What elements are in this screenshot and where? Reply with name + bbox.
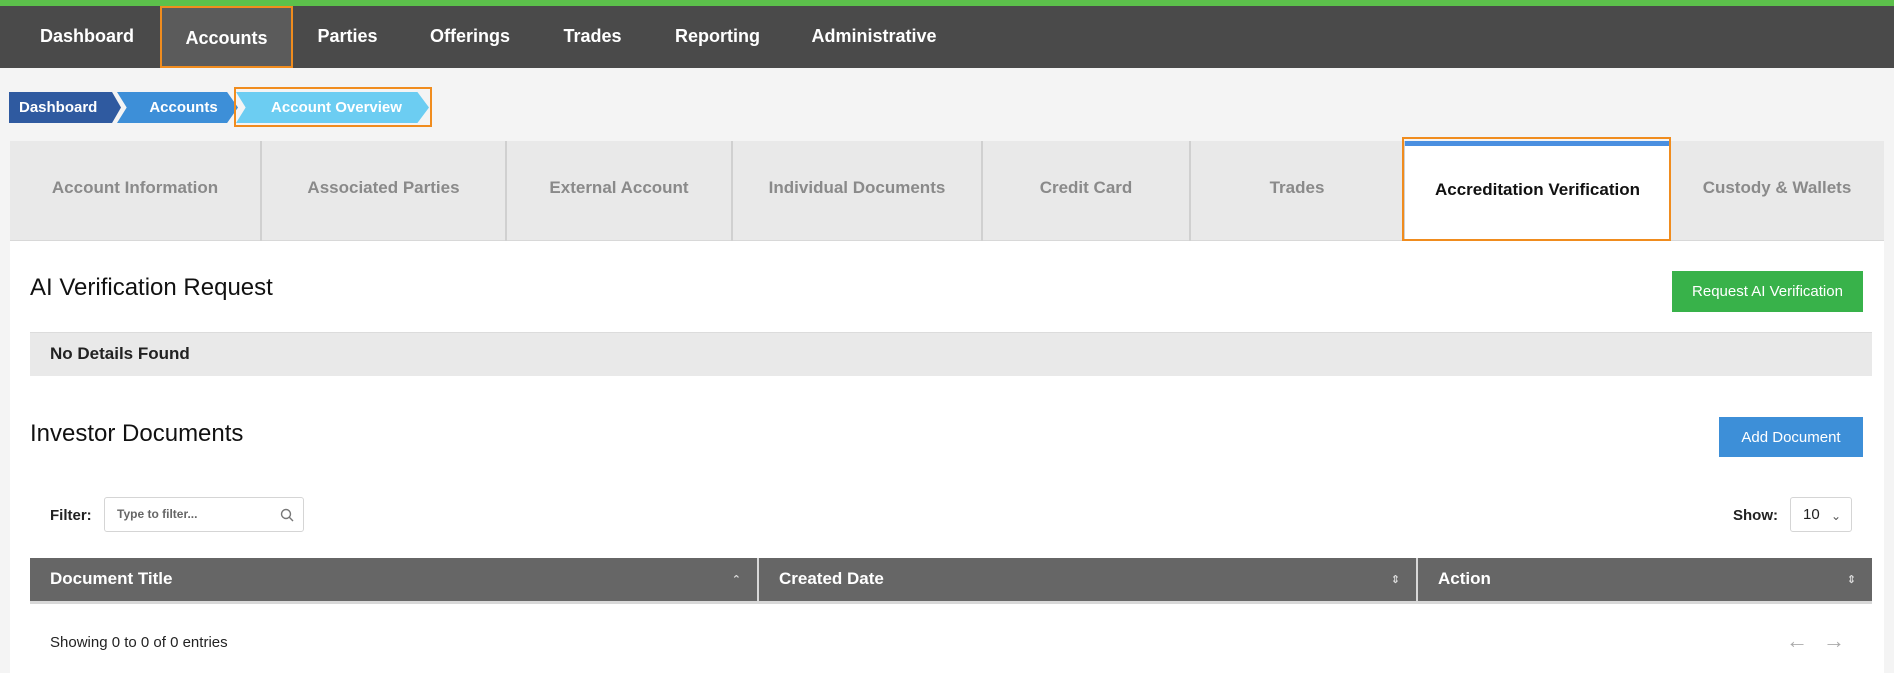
investor-documents-title: Investor Documents [30,420,244,447]
breadcrumb-dashboard[interactable]: Dashboard [9,92,121,123]
filter-input[interactable]: Type to filter... [104,497,304,532]
breadcrumb-accounts[interactable]: Accounts [117,92,238,123]
nav-accounts[interactable]: Accounts [160,6,293,68]
tab-trades[interactable]: Trades [1191,141,1405,241]
filter-placeholder: Type to filter... [117,507,198,521]
documents-table-header: Document Title ⌃ Created Date ⇕ Action ⇕ [30,558,1872,604]
nav-administrative[interactable]: Administrative [800,6,948,68]
next-page-arrow-icon[interactable]: → [1823,628,1845,654]
nav-offerings[interactable]: Offerings [412,6,528,68]
add-document-button[interactable]: Add Document [1719,417,1863,457]
nav-reporting[interactable]: Reporting [660,6,775,68]
nav-trades[interactable]: Trades [545,6,640,68]
content-panel [10,241,1884,673]
no-details-message: No Details Found [30,332,1872,376]
column-document-title[interactable]: Document Title ⌃ [30,558,759,601]
show-value: 10 [1803,506,1820,523]
account-tabs: Account Information Associated Parties E… [10,141,1884,241]
nav-parties[interactable]: Parties [300,6,395,68]
sort-icon: ⇕ [1846,574,1856,586]
tab-account-information[interactable]: Account Information [10,141,262,241]
tab-accreditation-verification[interactable]: Accreditation Verification [1405,141,1670,241]
column-label: Created Date [779,569,884,588]
prev-page-arrow-icon[interactable]: ← [1786,628,1808,654]
sort-icon: ⇕ [1390,574,1400,586]
tab-external-account[interactable]: External Account [507,141,733,241]
entries-per-page-select[interactable]: 10 ⌄ [1790,497,1852,532]
search-icon [280,508,294,522]
breadcrumb-account-overview[interactable]: Account Overview [236,92,429,123]
column-action[interactable]: Action ⇕ [1418,558,1872,601]
request-ai-verification-button[interactable]: Request AI Verification [1672,271,1863,312]
tab-credit-card[interactable]: Credit Card [983,141,1191,241]
tab-custody-wallets[interactable]: Custody & Wallets [1670,141,1884,241]
top-navbar: Dashboard Accounts Parties Offerings Tra… [0,0,1894,68]
entries-info: Showing 0 to 0 of 0 entries [50,634,228,651]
chevron-down-icon: ⌄ [1830,509,1841,523]
filter-label: Filter: [50,507,92,524]
column-label: Action [1438,569,1491,588]
show-label: Show: [1733,507,1778,524]
nav-dashboard[interactable]: Dashboard [22,6,152,68]
tab-individual-documents[interactable]: Individual Documents [733,141,983,241]
column-label: Document Title [50,569,173,588]
ai-verification-title: AI Verification Request [30,274,273,301]
column-created-date[interactable]: Created Date ⇕ [759,558,1418,601]
sort-asc-icon: ⌃ [731,574,741,586]
tab-associated-parties[interactable]: Associated Parties [262,141,507,241]
